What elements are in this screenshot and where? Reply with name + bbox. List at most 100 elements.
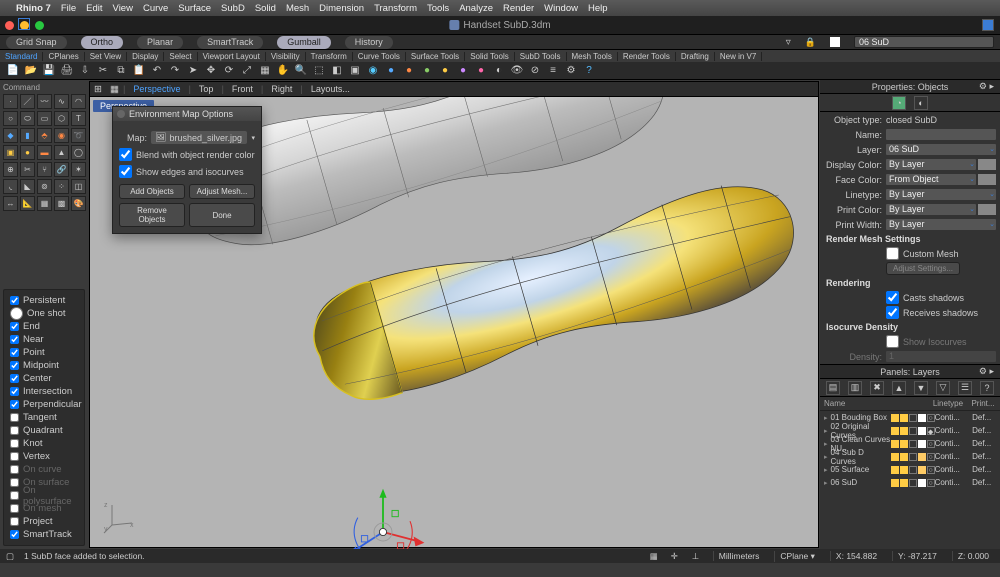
loft-tool-icon[interactable]: ⬘: [37, 128, 52, 143]
remove-objects-button[interactable]: Remove Objects: [119, 203, 185, 227]
osnap-check[interactable]: [10, 517, 19, 526]
lock-icon[interactable]: [909, 427, 917, 435]
rendered-icon[interactable]: ●: [401, 63, 417, 79]
osnap-check[interactable]: [10, 504, 19, 513]
osnap-check[interactable]: [10, 361, 19, 370]
line-tool-icon[interactable]: ／: [20, 94, 35, 109]
bulb-icon[interactable]: [891, 453, 899, 461]
density-input[interactable]: 1: [886, 351, 996, 362]
recvshadows-check[interactable]: [886, 306, 899, 319]
color-swatch[interactable]: [918, 479, 926, 487]
layer-select[interactable]: [854, 36, 994, 48]
bulb-icon[interactable]: [891, 479, 899, 487]
tab[interactable]: Mesh Tools: [567, 52, 618, 61]
custommesh-check[interactable]: [886, 247, 899, 260]
curve-tool-icon[interactable]: ∿: [54, 94, 69, 109]
tab[interactable]: Curve Tools: [353, 52, 406, 61]
layers-icon[interactable]: ≡: [545, 63, 561, 79]
tab[interactable]: Render Tools: [618, 52, 676, 61]
menu-item[interactable]: Dimension: [319, 3, 364, 14]
shade-icon[interactable]: ◐: [491, 63, 507, 79]
tab[interactable]: CPlanes: [43, 52, 84, 61]
movedown-icon[interactable]: ▼: [914, 381, 928, 395]
new-doc-icon[interactable]: 📄: [5, 63, 21, 79]
print-icon[interactable]: 🖨: [59, 63, 75, 79]
box-tool-icon[interactable]: ▣: [3, 145, 18, 160]
moveup-icon[interactable]: ▲: [892, 381, 906, 395]
osnap-check[interactable]: [10, 348, 19, 357]
filter-icon[interactable]: ▿: [786, 37, 791, 48]
rotate-icon[interactable]: ⟳: [221, 63, 237, 79]
zoom-extents-icon[interactable]: 🔍: [293, 63, 309, 79]
ortho-icon[interactable]: ⊥: [692, 551, 703, 562]
arrow-icon[interactable]: ➤: [185, 63, 201, 79]
color-swatch[interactable]: [918, 414, 926, 422]
help-icon[interactable]: ?: [980, 381, 994, 395]
menu-item[interactable]: Render: [503, 3, 534, 14]
sweep-tool-icon[interactable]: ➰: [71, 128, 86, 143]
viewport[interactable]: ⊞▦ | Perspective| Top| Front| Right| Lay…: [89, 81, 819, 548]
tab[interactable]: Surface Tools: [406, 52, 465, 61]
bulb2-icon[interactable]: [900, 453, 908, 461]
viewport-tab-perspective[interactable]: Perspective: [125, 84, 188, 94]
split-tool-icon[interactable]: ⑂: [37, 162, 52, 177]
material-icon[interactable]: ◆: [927, 427, 935, 435]
object-props-icon[interactable]: ◔: [892, 96, 906, 110]
material-icon[interactable]: ○: [927, 414, 935, 422]
mirror-tool-icon[interactable]: ◫: [71, 179, 86, 194]
polyline-tool-icon[interactable]: 〰: [37, 94, 52, 109]
menu-item[interactable]: Edit: [86, 3, 102, 14]
torus-tool-icon[interactable]: ◯: [71, 145, 86, 160]
copy-icon[interactable]: ⧉: [113, 63, 129, 79]
lock-icon[interactable]: 🔒: [805, 37, 816, 48]
printcolor-swatch[interactable]: [978, 204, 996, 215]
ghosted-icon[interactable]: ●: [419, 63, 435, 79]
lock-icon[interactable]: [909, 479, 917, 487]
new-layer-icon[interactable]: ▤: [826, 381, 840, 395]
panel-toggle-left-icon[interactable]: [18, 18, 30, 30]
osnap-check[interactable]: [10, 439, 19, 448]
bulb-icon[interactable]: [891, 440, 899, 448]
osnap-check[interactable]: [10, 491, 19, 500]
bulb2-icon[interactable]: [900, 414, 908, 422]
trim-tool-icon[interactable]: ✂: [20, 162, 35, 177]
bulb2-icon[interactable]: [900, 466, 908, 474]
tab[interactable]: Display: [127, 52, 164, 61]
text-tool-icon[interactable]: T: [71, 111, 86, 126]
grid-icon[interactable]: ▦: [650, 551, 661, 562]
color-swatch[interactable]: [918, 440, 926, 448]
osnap-check[interactable]: [10, 322, 19, 331]
linetype-select[interactable]: By Layer⌄: [886, 189, 996, 200]
orthoview-icon[interactable]: ◧: [329, 63, 345, 79]
undo-icon[interactable]: ↶: [149, 63, 165, 79]
menu-item[interactable]: Solid: [255, 3, 276, 14]
artistic-icon[interactable]: ●: [473, 63, 489, 79]
revolve-tool-icon[interactable]: ◉: [54, 128, 69, 143]
lock-icon[interactable]: [909, 440, 917, 448]
gear-icon[interactable]: ⚙ ▸: [979, 81, 994, 92]
bulb-icon[interactable]: [891, 466, 899, 474]
array-tool-icon[interactable]: ⁘: [54, 179, 69, 194]
close-icon[interactable]: [5, 21, 14, 30]
cylinder-tool-icon[interactable]: ▬: [37, 145, 52, 160]
viewport-tab-right[interactable]: Right: [263, 84, 300, 94]
paste-icon[interactable]: 📋: [131, 63, 147, 79]
gridsnap-toggle[interactable]: Grid Snap: [6, 36, 67, 49]
printcolor-select[interactable]: By Layer⌄: [886, 204, 976, 215]
material-icon[interactable]: ○: [927, 479, 935, 487]
app-name[interactable]: Rhino 7: [16, 3, 51, 14]
panel-toggle-icon[interactable]: [982, 19, 994, 31]
menu-item[interactable]: File: [61, 3, 76, 14]
cone-tool-icon[interactable]: ▲: [54, 145, 69, 160]
dispcolor-swatch[interactable]: [978, 159, 996, 170]
explode-tool-icon[interactable]: ✶: [71, 162, 86, 177]
gear-icon[interactable]: ⚙ ▸: [979, 366, 994, 377]
tab[interactable]: Solid Tools: [465, 52, 515, 61]
bulb2-icon[interactable]: [900, 479, 908, 487]
color-swatch[interactable]: [918, 427, 926, 435]
history-toggle[interactable]: History: [345, 36, 393, 49]
xray-icon[interactable]: ●: [437, 63, 453, 79]
maximize-icon[interactable]: ▣: [347, 63, 363, 79]
tab[interactable]: Drafting: [676, 52, 715, 61]
lock-icon[interactable]: [909, 466, 917, 474]
